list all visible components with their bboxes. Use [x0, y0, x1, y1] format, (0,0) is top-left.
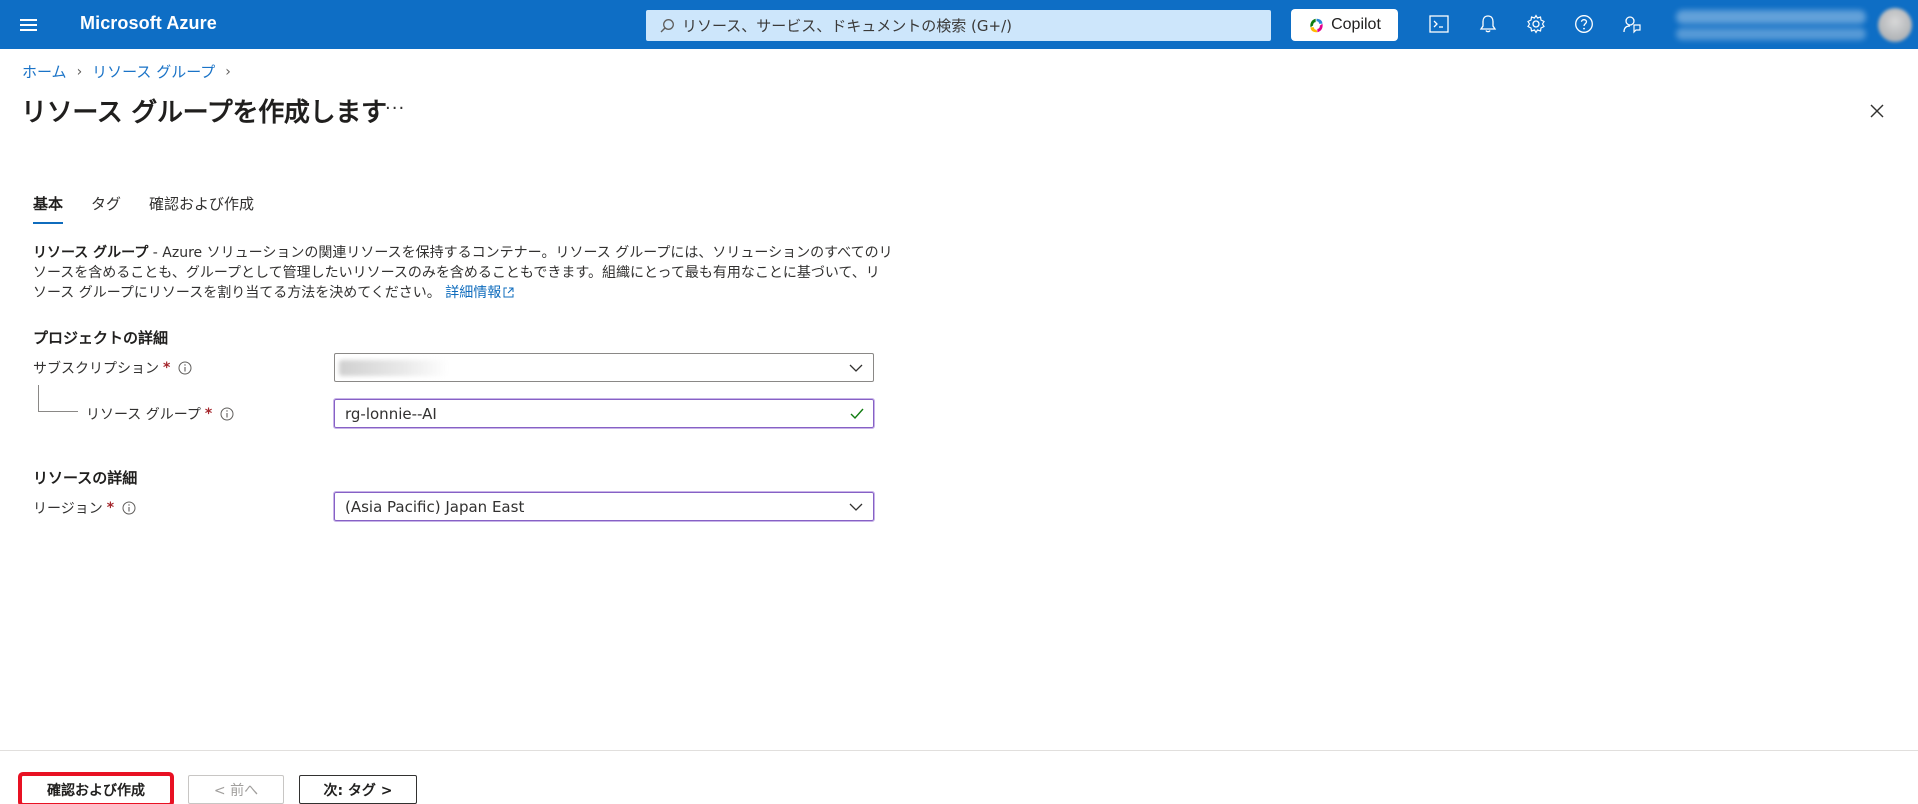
tree-connector: [38, 411, 78, 412]
info-icon[interactable]: [220, 407, 234, 421]
subscription-label: サブスクリプション *: [33, 358, 192, 378]
more-options-button[interactable]: ···: [385, 98, 405, 119]
tab-basics[interactable]: 基本: [33, 193, 64, 224]
resource-details-heading: リソースの詳細: [33, 469, 138, 487]
tab-tags[interactable]: タグ: [91, 193, 121, 224]
search-icon: [660, 19, 674, 33]
tab-review-create[interactable]: 確認および作成: [149, 193, 254, 224]
search-input[interactable]: [646, 10, 1271, 41]
next-tags-button[interactable]: 次: タグ >: [299, 775, 417, 804]
resource-group-value: rg-lonnie--AI: [345, 404, 437, 423]
breadcrumb-resource-groups[interactable]: リソース グループ: [92, 61, 215, 82]
feedback-icon[interactable]: [1619, 11, 1645, 37]
bell-icon[interactable]: [1475, 11, 1501, 37]
description: リソース グループ - Azure ソリューションの関連リソースを保持するコンテ…: [33, 243, 893, 303]
subscription-select[interactable]: [334, 353, 874, 382]
subscription-value-redacted: [339, 359, 449, 376]
global-search[interactable]: [646, 10, 1271, 41]
chevron-down-icon: [849, 364, 863, 372]
close-icon[interactable]: [1866, 100, 1888, 122]
info-icon[interactable]: [122, 501, 136, 515]
region-select[interactable]: (Asia Pacific) Japan East: [333, 491, 875, 522]
account-info[interactable]: [1670, 6, 1870, 44]
brand-title[interactable]: Microsoft Azure: [80, 13, 217, 34]
page-title: リソース グループを作成します: [21, 98, 387, 128]
copilot-icon: [1310, 18, 1323, 32]
breadcrumb-home[interactable]: ホーム: [22, 61, 67, 82]
footer-divider: [0, 750, 1918, 751]
resource-group-input[interactable]: rg-lonnie--AI: [333, 398, 875, 429]
description-term: リソース グループ: [33, 245, 149, 261]
previous-button[interactable]: < 前へ: [188, 775, 284, 804]
region-value: (Asia Pacific) Japan East: [345, 497, 525, 516]
region-label: リージョン *: [33, 498, 136, 518]
copilot-label: Copilot: [1331, 16, 1381, 33]
copilot-button[interactable]: Copilot: [1291, 9, 1398, 41]
project-details-heading: プロジェクトの詳細: [33, 329, 169, 347]
tab-list: 基本 タグ 確認および作成: [33, 193, 282, 224]
info-icon[interactable]: [178, 361, 192, 375]
help-icon[interactable]: [1571, 11, 1597, 37]
chevron-right-icon: ›: [76, 63, 83, 80]
top-bar: Microsoft Azure Copilot: [0, 0, 1918, 49]
cloud-shell-icon[interactable]: [1426, 11, 1452, 37]
external-link-icon: [503, 287, 514, 298]
menu-icon[interactable]: [14, 12, 44, 38]
tree-connector: [38, 385, 39, 412]
breadcrumb: ホーム › リソース グループ ›: [22, 61, 241, 82]
chevron-right-icon: ›: [225, 63, 231, 80]
chevron-down-icon: [849, 503, 863, 511]
resource-group-label: リソース グループ *: [86, 404, 234, 424]
gear-icon[interactable]: [1523, 11, 1549, 37]
checkmark-icon: [850, 408, 864, 420]
review-create-button[interactable]: 確認および作成: [21, 775, 171, 804]
avatar[interactable]: [1878, 8, 1912, 42]
learn-more-link[interactable]: 詳細情報: [445, 285, 514, 301]
